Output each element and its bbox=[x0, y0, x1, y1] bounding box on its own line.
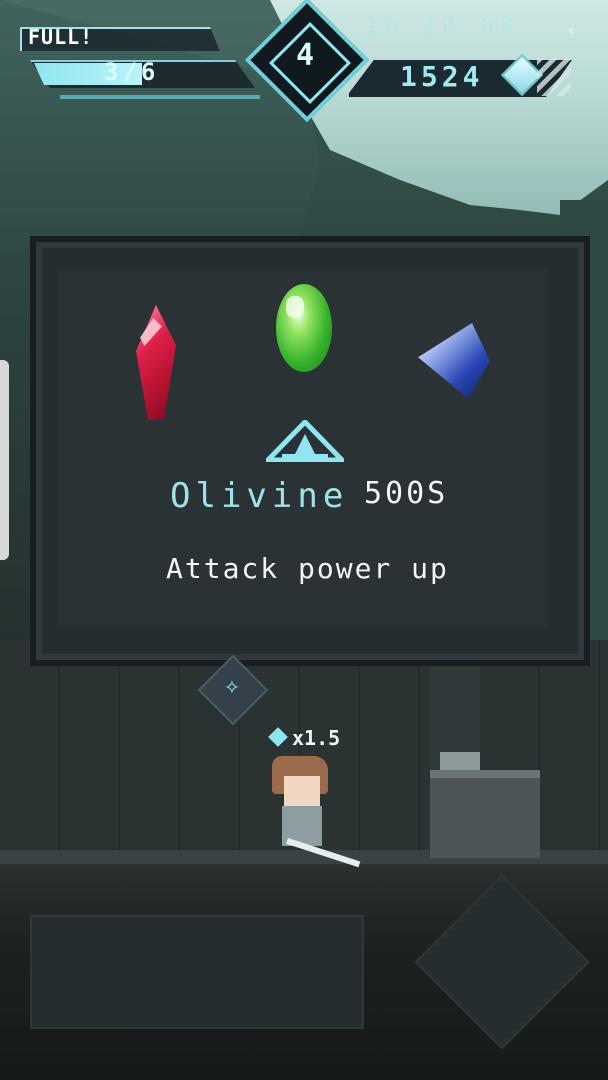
olivine-gem-icon[interactable] bbox=[276, 284, 332, 372]
selector-arrow-icon bbox=[266, 420, 344, 462]
faded-top-right-text: 10 10 00 bbox=[365, 14, 519, 39]
move-control-left-area[interactable] bbox=[30, 915, 364, 1029]
gem-count: 1524 bbox=[400, 60, 484, 93]
selected-gem-name: Olivine bbox=[170, 476, 349, 516]
stripe-decoration bbox=[537, 58, 571, 96]
edge-panel-handle[interactable] bbox=[0, 360, 9, 560]
chevron-left-icon[interactable]: ‹ bbox=[566, 20, 577, 41]
olivine-gem-highlight bbox=[286, 296, 304, 318]
multiplier-text: x1.5 bbox=[292, 726, 341, 750]
selected-gem-description: Attack power up bbox=[166, 552, 449, 585]
hp-text: 3/6 bbox=[104, 58, 160, 86]
hp-bar-underline bbox=[60, 95, 260, 99]
selected-gem-price: 500S bbox=[364, 476, 449, 511]
compass-star-icon: ✧ bbox=[224, 671, 240, 701]
status-label: FULL! bbox=[28, 25, 94, 49]
stone-altar bbox=[430, 770, 540, 858]
level-number: 4 bbox=[295, 38, 315, 73]
hero-face bbox=[284, 776, 320, 806]
altar-ornament bbox=[440, 752, 480, 772]
